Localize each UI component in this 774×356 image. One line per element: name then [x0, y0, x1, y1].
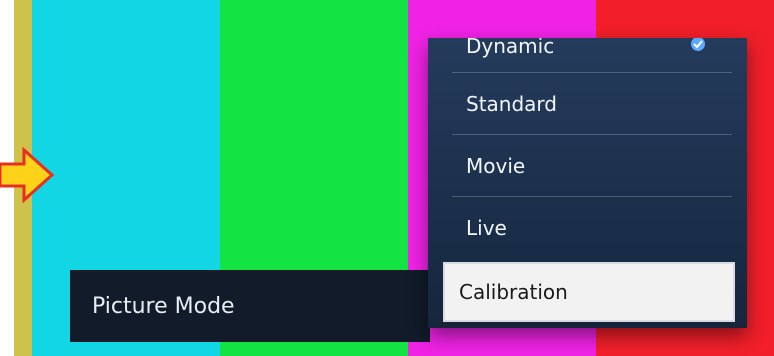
menu-item-label: Calibration [459, 280, 568, 304]
arrow-pointer-icon [0, 146, 54, 204]
picture-mode-label: Picture Mode [92, 294, 235, 319]
check-icon [691, 38, 705, 51]
menu-item-movie[interactable]: Movie [428, 134, 747, 196]
menu-item-label: Standard [466, 92, 557, 116]
menu-item-dynamic[interactable]: Dynamic [428, 38, 747, 76]
menu-item-standard[interactable]: Standard [428, 72, 747, 134]
menu-item-label: Movie [466, 154, 526, 178]
picture-mode-row[interactable]: Picture Mode [70, 270, 430, 342]
menu-item-label: Dynamic [466, 38, 555, 58]
menu-item-label: Live [466, 216, 507, 240]
menu-item-live[interactable]: Live [428, 196, 747, 258]
menu-item-calibration[interactable]: Calibration [443, 262, 735, 322]
